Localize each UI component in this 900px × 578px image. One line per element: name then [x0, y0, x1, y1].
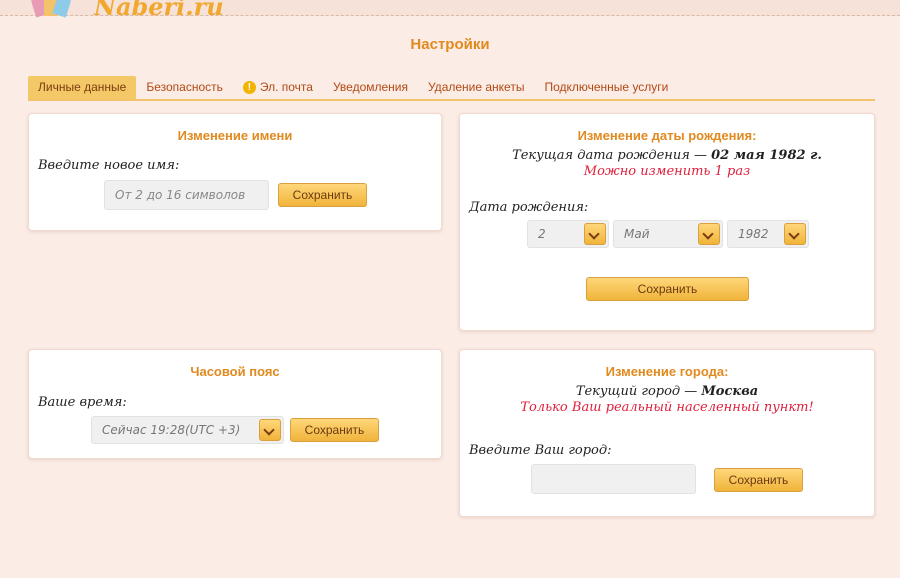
tab-email[interactable]: ! Эл. почта [233, 76, 323, 99]
tab-notifications[interactable]: Уведомления [323, 76, 418, 99]
card-title: Изменение имени [177, 128, 293, 143]
logo-text: Naberi.ru [94, 0, 224, 21]
tab-security[interactable]: Безопасность [136, 76, 233, 99]
tab-label: Удаление анкеты [428, 80, 525, 94]
warning-icon: ! [242, 81, 256, 94]
birthdate-change-card: Изменение даты рождения: Текущая дата ро… [459, 113, 875, 331]
chevron-down-icon[interactable] [784, 223, 806, 245]
tab-delete-profile[interactable]: Удаление анкеты [418, 76, 534, 99]
city-label: Введите Ваш город: [469, 443, 612, 458]
timezone-value: Сейчас 19:28(UTC +3) [102, 423, 241, 437]
name-label: Введите новое имя: [38, 158, 180, 173]
save-name-button[interactable]: Сохранить [278, 183, 367, 207]
tab-label: Личные данные [38, 80, 127, 94]
current-city-prefix: Текущий город — [575, 384, 702, 399]
card-title: Часовой пояс [190, 364, 280, 379]
site-logo[interactable]: Naberi.ru [28, 0, 224, 21]
current-birthdate-prefix: Текущая дата рождения — [512, 148, 712, 163]
tab-personal-data[interactable]: Личные данные [28, 76, 137, 99]
name-input[interactable]: От 2 до 16 символов [104, 180, 269, 210]
settings-tabs: Личные данные Безопасность ! Эл. почта У… [28, 76, 875, 101]
birthdate-label: Дата рождения: [469, 200, 589, 215]
day-select[interactable]: 2 [527, 220, 609, 248]
timezone-select[interactable]: Сейчас 19:28(UTC +3) [91, 416, 284, 444]
tab-connected-services[interactable]: Подключенные услуги [534, 76, 678, 99]
chevron-down-icon[interactable] [698, 223, 720, 245]
current-birthdate-value: 02 мая 1982 г. [711, 148, 822, 163]
city-input[interactable] [531, 464, 696, 494]
tab-label: Безопасность [146, 80, 223, 94]
current-birthdate: Текущая дата рождения — 02 мая 1982 г. [460, 148, 874, 163]
save-birthdate-button[interactable]: Сохранить [586, 277, 749, 301]
tab-label: Уведомления [332, 80, 408, 94]
city-note: Только Ваш реальный населенный пункт! [520, 400, 814, 415]
current-city: Текущий город — Москва [460, 384, 874, 399]
card-title: Изменение даты рождения: [577, 128, 757, 143]
year-select[interactable]: 1982 [727, 220, 809, 248]
tab-label: Подключенные услуги [544, 80, 669, 94]
save-timezone-button[interactable]: Сохранить [290, 418, 379, 442]
year-value: 1982 [738, 227, 769, 241]
timezone-card: Часовой пояс Ваше время: Сейчас 19:28(UT… [28, 349, 442, 459]
save-city-button[interactable]: Сохранить [714, 468, 803, 492]
page-title: Настройки [410, 36, 490, 53]
tab-label: Эл. почта [259, 80, 313, 94]
chevron-down-icon[interactable] [584, 223, 606, 245]
month-value: Май [624, 227, 650, 241]
name-change-card: Изменение имени Введите новое имя: От 2 … [28, 113, 442, 231]
card-title: Изменение города: [605, 364, 729, 379]
timezone-label: Ваше время: [38, 395, 127, 410]
month-select[interactable]: Май [613, 220, 723, 248]
day-value: 2 [538, 227, 546, 241]
birthdate-note: Можно изменить 1 раз [583, 164, 751, 179]
current-city-value: Москва [701, 384, 759, 399]
chevron-down-icon[interactable] [259, 419, 281, 441]
logo-icon [28, 0, 90, 18]
top-bar: Naberi.ru [0, 0, 900, 21]
city-change-card: Изменение города: Текущий город — Москва… [459, 349, 875, 517]
